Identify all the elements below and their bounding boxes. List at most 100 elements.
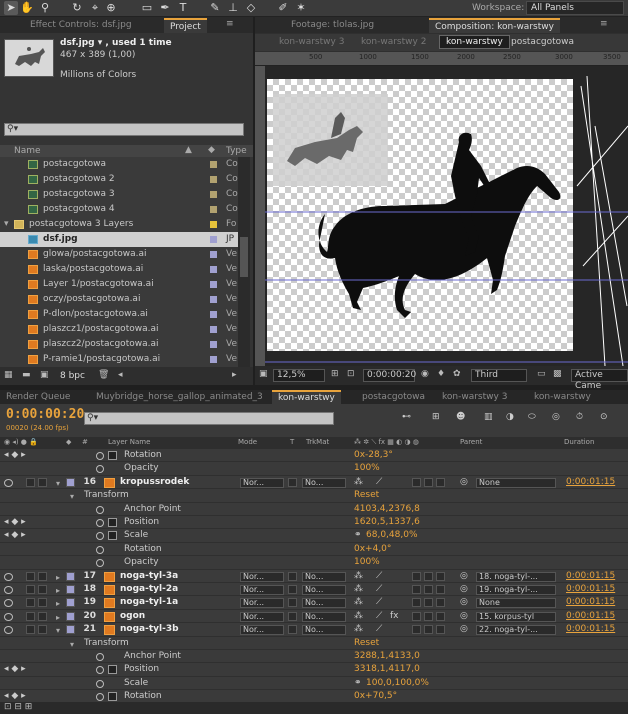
blend-mode-select[interactable]: Nor...: [240, 625, 284, 636]
camera-tool-icon[interactable]: ⌖: [88, 1, 102, 15]
property-value[interactable]: 1620,5,1337,6: [354, 516, 420, 529]
pick-whip-icon[interactable]: ◎: [460, 623, 468, 636]
parent-header[interactable]: Parent: [460, 438, 482, 446]
type-column-header[interactable]: Type: [226, 146, 247, 156]
stopwatch-icon[interactable]: ⏱: [576, 412, 583, 422]
motion-blur-switch[interactable]: [412, 598, 421, 608]
tab-footage[interactable]: Footage: tlolas.jpg: [285, 18, 380, 33]
track-matte-select[interactable]: No...: [302, 598, 346, 609]
preserve-transparency-toggle[interactable]: [288, 611, 297, 621]
twirl-arrow-icon[interactable]: ▾: [56, 477, 60, 490]
motion-blur-switch[interactable]: [412, 477, 421, 487]
brainstorm-icon[interactable]: ⬭: [528, 412, 536, 422]
property-value[interactable]: 3318,1,4117,0: [354, 663, 420, 676]
audio-toggle[interactable]: [26, 585, 35, 594]
rotate-tool-icon[interactable]: ↻: [70, 1, 84, 15]
tab-muybridge[interactable]: Muybridge_horse_gallop_animated_3: [90, 390, 269, 404]
label-swatch[interactable]: [210, 236, 217, 243]
num-column-header[interactable]: #: [82, 438, 88, 446]
tab-kon-warstwy-3[interactable]: kon-warstwy 3: [436, 390, 513, 404]
tab-effect-controls[interactable]: Effect Controls: dsf.jpg: [24, 18, 138, 33]
motion-blur-switch[interactable]: [412, 611, 421, 621]
preserve-transparency-toggle[interactable]: [288, 477, 297, 487]
label-swatch[interactable]: [210, 206, 217, 213]
panel-menu-icon[interactable]: ≡: [226, 19, 234, 29]
graph-toggle-icon[interactable]: [108, 451, 117, 460]
tab-kon-warstwy[interactable]: kon-warstwy: [272, 390, 341, 404]
adjustment-switch[interactable]: [424, 585, 433, 594]
preserve-transparency-toggle[interactable]: [288, 571, 297, 581]
three-d-switch[interactable]: [436, 611, 445, 621]
av-features-icon[interactable]: ◉ ◂) ● 🔒: [4, 438, 38, 446]
scroll-right-icon[interactable]: ▸: [232, 370, 237, 380]
comp-panel-menu-icon[interactable]: ≡: [600, 19, 608, 29]
three-d-switch[interactable]: [436, 598, 445, 608]
quality-switch-icon[interactable]: ⟋: [376, 583, 382, 596]
keyframe-nav-icon[interactable]: ◂ ◆ ▸: [4, 663, 26, 676]
breadcrumb-current[interactable]: kon-warstwy: [439, 35, 510, 49]
property-value[interactable]: 3288,1,4133,0: [354, 650, 420, 663]
stopwatch-icon[interactable]: [96, 653, 104, 661]
preserve-transparency-toggle[interactable]: [288, 585, 297, 594]
solo-toggle[interactable]: [38, 598, 47, 608]
frame-blending-icon[interactable]: ▥: [484, 412, 493, 422]
blend-mode-select[interactable]: Nor...: [240, 585, 284, 595]
project-item[interactable]: ▾ postacgotowa 3 Layers Fo: [0, 217, 238, 232]
solo-toggle[interactable]: [38, 625, 47, 635]
always-preview-icon[interactable]: ▣: [259, 369, 268, 379]
roi-icon[interactable]: ▭: [537, 369, 546, 379]
label-color-swatch[interactable]: [66, 585, 75, 594]
property-value[interactable]: 0x-28,3°: [354, 449, 393, 462]
layer-duration[interactable]: 0:00:01:15: [566, 610, 615, 623]
interpret-footage-icon[interactable]: ▦: [4, 370, 13, 380]
keyframe-nav-icon[interactable]: ◂ ◆ ▸: [4, 449, 26, 462]
toggle-switches-icon[interactable]: ⊡ ⊟ ⊞: [4, 702, 32, 712]
layer-name[interactable]: noga-tyl-2a: [120, 583, 178, 596]
snapshot-icon[interactable]: ◉: [421, 369, 429, 379]
keyframe-nav-icon[interactable]: ◂ ◆ ▸: [4, 516, 26, 529]
duration-header[interactable]: Duration: [564, 438, 594, 446]
new-folder-icon[interactable]: ▬: [22, 370, 31, 380]
property-row[interactable]: ◂ ◆ ▸ Position 3318,1,4117,0: [0, 663, 628, 677]
label-swatch[interactable]: [210, 311, 217, 318]
breadcrumb-1[interactable]: kon-warstwy 3: [279, 37, 344, 47]
project-item[interactable]: dsf.jpg JP: [0, 232, 238, 247]
quality-switch-icon[interactable]: ⟋: [376, 610, 382, 623]
camera-select[interactable]: Active Came: [571, 369, 628, 391]
visibility-eye-icon[interactable]: [4, 626, 13, 635]
project-item[interactable]: plaszcz2/postacgotowa.ai Ve: [0, 337, 238, 352]
stopwatch-icon[interactable]: [96, 693, 104, 702]
safe-margins-icon[interactable]: ⊞: [331, 369, 339, 379]
quality-switch-icon[interactable]: ⟋: [376, 596, 382, 609]
transparency-toggle-icon[interactable]: ▩: [553, 369, 562, 379]
three-d-switch[interactable]: [436, 625, 445, 635]
timeline-search-input[interactable]: ⚲▾: [84, 412, 334, 425]
layer-row[interactable]: ▸ 18 noga-tyl-2a Nor... No... ⁂ ⟋ ◎ 19. noga-tyl…: [0, 583, 628, 597]
twirl-arrow-icon[interactable]: ▾: [70, 490, 74, 503]
shy-switch-icon[interactable]: ⁂: [354, 570, 363, 583]
sort-icon[interactable]: ▲: [185, 145, 192, 155]
shy-switch-icon[interactable]: ⁂: [354, 623, 363, 636]
layer-duration[interactable]: 0:00:01:15: [566, 596, 615, 609]
property-value[interactable]: 100,0,100,0%: [366, 677, 429, 690]
twirl-arrow-icon[interactable]: ▸: [56, 611, 60, 624]
comp-timecode[interactable]: 0:00:00:20: [363, 369, 416, 382]
parent-select[interactable]: 22. noga-tyl-...: [476, 625, 556, 636]
audio-toggle[interactable]: [26, 611, 35, 621]
label-column-icon[interactable]: ◆: [208, 145, 215, 155]
property-row[interactable]: ◂ ◆ ▸ Rotation 0x-28,3°: [0, 449, 628, 463]
label-color-swatch[interactable]: [66, 571, 75, 581]
stopwatch-icon[interactable]: [96, 532, 104, 541]
project-item[interactable]: glowa/postacgotowa.ai Ve: [0, 247, 238, 262]
label-color-swatch[interactable]: [66, 625, 75, 635]
parent-select[interactable]: None: [476, 598, 556, 609]
selection-tool-icon[interactable]: ➤: [4, 1, 18, 15]
layer-duration[interactable]: 0:00:01:15: [566, 583, 615, 596]
zoom-tool-icon[interactable]: ⚲: [38, 1, 52, 15]
zoom-select[interactable]: 12,5%: [273, 369, 325, 382]
visibility-eye-icon[interactable]: [4, 599, 13, 608]
layer-duration[interactable]: 0:00:01:15: [566, 570, 615, 583]
bpc-label[interactable]: 8 bpc: [60, 371, 85, 381]
property-row[interactable]: ◂ ◆ ▸ Position 1620,5,1337,6: [0, 516, 628, 530]
tab-project[interactable]: Project: [164, 18, 207, 33]
